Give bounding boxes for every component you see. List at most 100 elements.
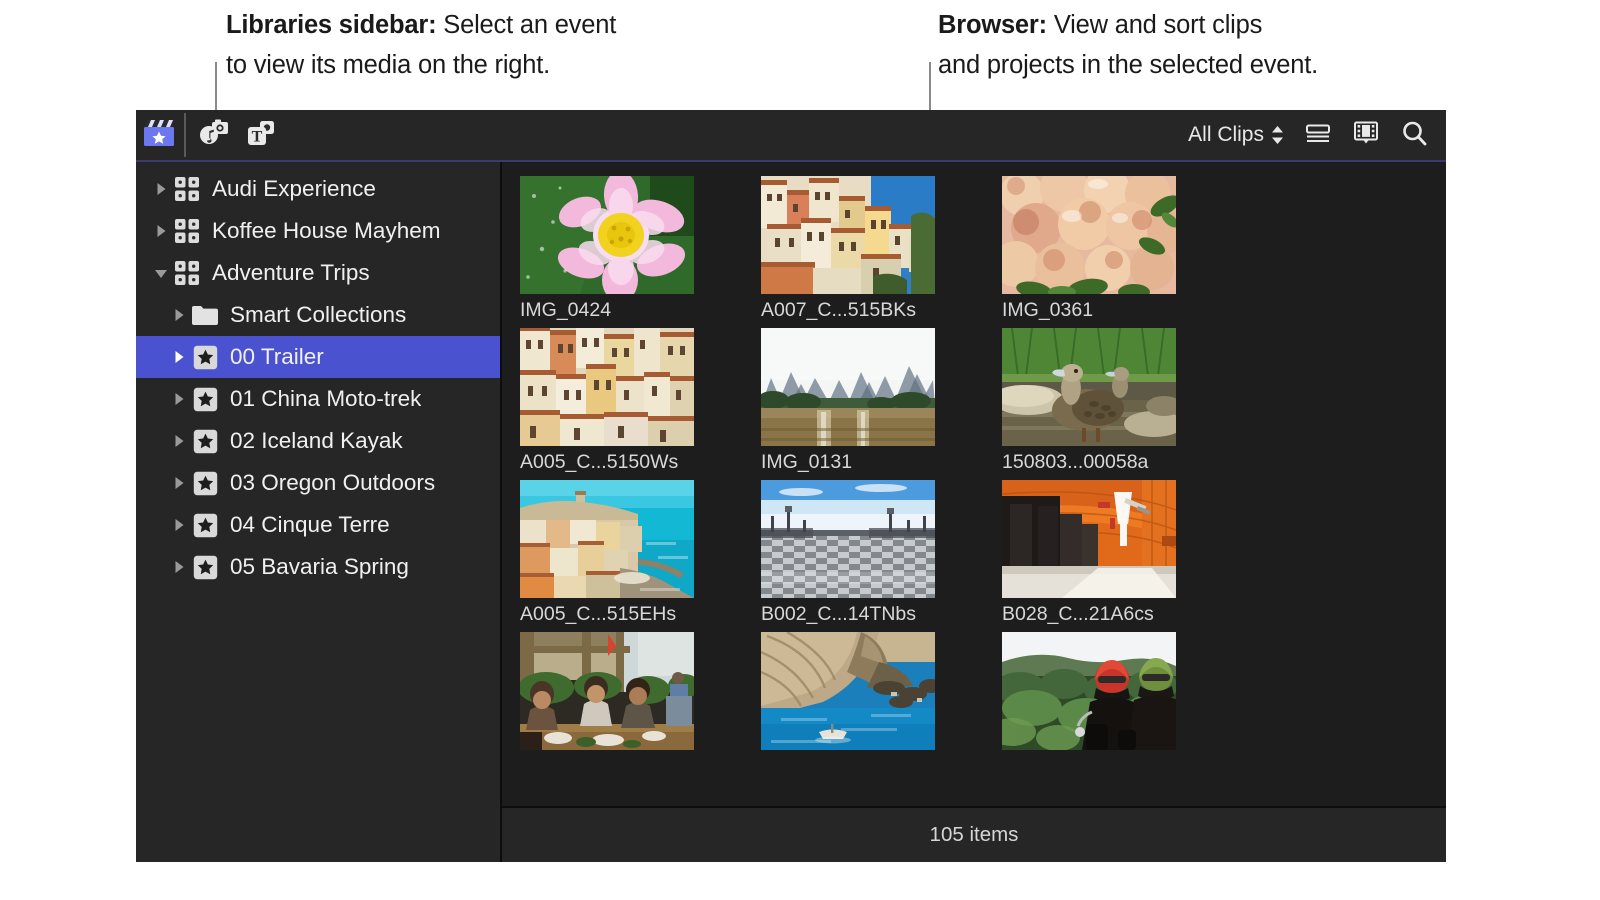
clip-thumbnail[interactable]: [1002, 176, 1176, 294]
clip-thumbnail-image-riders: [1002, 632, 1176, 750]
clip-cell[interactable]: A005_C...515EHs: [520, 480, 726, 626]
clip-thumbnail[interactable]: [520, 176, 694, 294]
event-star-icon: [190, 471, 220, 496]
libraries-button[interactable]: [136, 110, 182, 160]
clip-thumbnail[interactable]: [520, 328, 694, 446]
clip-thumbnail[interactable]: [761, 480, 935, 598]
leader-line-browser: [929, 62, 931, 117]
clip-thumbnail[interactable]: [1002, 632, 1176, 750]
clip-grid: IMG_0424 A007_C...515BKs IMG_0361 A005_C…: [502, 162, 1446, 806]
clip-thumbnail[interactable]: [761, 328, 935, 446]
sidebar-item-label: 05 Bavaria Spring: [230, 554, 409, 579]
annotation-browser-title: Browser:: [938, 11, 1047, 39]
clip-name-label: IMG_0361: [1002, 299, 1094, 321]
disclosure-triangle-right-icon[interactable]: [168, 349, 190, 365]
sidebar-item-03-oregon-outdoors[interactable]: 03 Oregon Outdoors: [136, 462, 500, 504]
clip-filter-popup[interactable]: All Clips: [1188, 123, 1284, 147]
library-grid-icon: [172, 260, 202, 286]
disclosure-triangle-right-icon[interactable]: [168, 559, 190, 575]
sidebar-item-label: 00 Trailer: [230, 344, 324, 369]
titles-generators-icon: T: [244, 118, 278, 153]
disclosure-triangle-right-icon[interactable]: [168, 391, 190, 407]
event-star-icon: [190, 555, 220, 580]
clip-thumbnail-image-karst-river: [761, 328, 935, 446]
clip-thumbnail[interactable]: [1002, 328, 1176, 446]
libraries-sidebar: Audi Experience Koffee House Mayhem Adve…: [136, 162, 502, 862]
browser-panel: IMG_0424 A007_C...515BKs IMG_0361 A005_C…: [502, 162, 1446, 862]
event-star-icon: [190, 429, 220, 454]
svg-text:T: T: [252, 128, 263, 145]
disclosure-triangle-down-icon[interactable]: [150, 265, 172, 281]
sidebar-item-label: Adventure Trips: [212, 260, 370, 285]
filmstrip-view-icon: [1354, 121, 1378, 143]
sidebar-item-04-cinque-terre[interactable]: 04 Cinque Terre: [136, 504, 500, 546]
clip-cell[interactable]: [520, 632, 726, 755]
annotation-libraries-sidebar: Libraries sidebar: Select an event to vi…: [226, 5, 616, 85]
leader-line-sidebar: [215, 62, 217, 117]
disclosure-triangle-right-icon[interactable]: [168, 433, 190, 449]
clip-thumbnail[interactable]: [1002, 480, 1176, 598]
status-bar: 105 items: [502, 806, 1446, 862]
toolbar-right-group: All Clips: [1188, 119, 1446, 152]
screenshot-root: Libraries sidebar: Select an event to vi…: [0, 0, 1600, 900]
disclosure-triangle-right-icon[interactable]: [150, 181, 172, 197]
item-count-label: 105 items: [929, 823, 1019, 846]
clip-thumbnail[interactable]: [761, 632, 935, 750]
clip-thumbnail-image-peaches: [1002, 176, 1176, 294]
clip-filter-label: All Clips: [1188, 123, 1264, 146]
sidebar-item-05-bavaria-spring[interactable]: 05 Bavaria Spring: [136, 546, 500, 588]
sidebar-item-label: 01 China Moto-trek: [230, 386, 422, 411]
sidebar-item-adventure-trips[interactable]: Adventure Trips: [136, 252, 500, 294]
sidebar-item-00-trailer[interactable]: 00 Trailer: [136, 336, 500, 378]
clip-cell[interactable]: B002_C...14TNbs: [761, 480, 967, 626]
photos-audio-icon: [198, 118, 232, 153]
window-body: Audi Experience Koffee House Mayhem Adve…: [136, 162, 1446, 862]
clip-cell[interactable]: IMG_0424: [520, 176, 726, 322]
clip-cell[interactable]: A007_C...515BKs: [761, 176, 967, 322]
browser-toolbar: T All Clips: [136, 110, 1446, 162]
clip-thumbnail-image-orange-tunnel: [1002, 480, 1176, 598]
clip-cell[interactable]: [761, 632, 967, 755]
clip-name-label: IMG_0131: [761, 451, 853, 473]
clip-thumbnail[interactable]: [520, 632, 694, 750]
disclosure-triangle-right-icon[interactable]: [168, 517, 190, 533]
clip-cell[interactable]: A005_C...5150Ws: [520, 328, 726, 474]
clip-cell[interactable]: IMG_0361: [1002, 176, 1208, 322]
clip-name-label: A005_C...515EHs: [520, 603, 677, 625]
clip-thumbnail-image-dining: [520, 632, 694, 750]
clip-cell[interactable]: IMG_0131: [761, 328, 967, 474]
sidebar-item-audi-experience[interactable]: Audi Experience: [136, 168, 500, 210]
sidebar-item-label: 03 Oregon Outdoors: [230, 470, 436, 495]
final-cut-pro-window: T All Clips Audi Experience Koffee House…: [136, 110, 1446, 862]
search-button[interactable]: [1400, 119, 1428, 152]
clip-thumbnail[interactable]: [761, 176, 935, 294]
sidebar-item-smart-collections[interactable]: Smart Collections: [136, 294, 500, 336]
clip-thumbnail[interactable]: [520, 480, 694, 598]
sidebar-item-koffee-house-mayhem[interactable]: Koffee House Mayhem: [136, 210, 500, 252]
titles-generators-button[interactable]: T: [238, 110, 284, 160]
disclosure-triangle-right-icon[interactable]: [150, 223, 172, 239]
clip-thumbnail-image-lotus: [520, 176, 694, 294]
folder-icon: [190, 304, 220, 326]
disclosure-triangle-right-icon[interactable]: [168, 307, 190, 323]
sidebar-item-label: Audi Experience: [212, 176, 376, 201]
disclosure-triangle-right-icon[interactable]: [168, 475, 190, 491]
event-star-icon: [190, 345, 220, 370]
clip-cell[interactable]: [1002, 632, 1208, 755]
toolbar-divider: [184, 113, 186, 157]
clip-thumbnail-image-checker-plaza: [761, 480, 935, 598]
photos-audio-button[interactable]: [192, 110, 238, 160]
search-icon: [1403, 121, 1427, 145]
clip-cell[interactable]: B028_C...21A6cs: [1002, 480, 1208, 626]
clip-name-label: B028_C...21A6cs: [1002, 603, 1154, 625]
clip-cell[interactable]: 150803...00058a: [1002, 328, 1208, 474]
sidebar-item-02-iceland-kayak[interactable]: 02 Iceland Kayak: [136, 420, 500, 462]
clip-thumbnail-image-village-tall: [520, 328, 694, 446]
clip-name-label: B002_C...14TNbs: [761, 603, 917, 625]
annotation-libraries-sidebar-title: Libraries sidebar:: [226, 11, 437, 39]
clip-thumbnail-image-cliff-boat: [761, 632, 935, 750]
sidebar-item-01-china-moto-trek[interactable]: 01 China Moto-trek: [136, 378, 500, 420]
list-view-button[interactable]: [1304, 121, 1332, 150]
filmstrip-view-button[interactable]: [1352, 120, 1380, 151]
clip-thumbnail-image-village-hill: [761, 176, 935, 294]
